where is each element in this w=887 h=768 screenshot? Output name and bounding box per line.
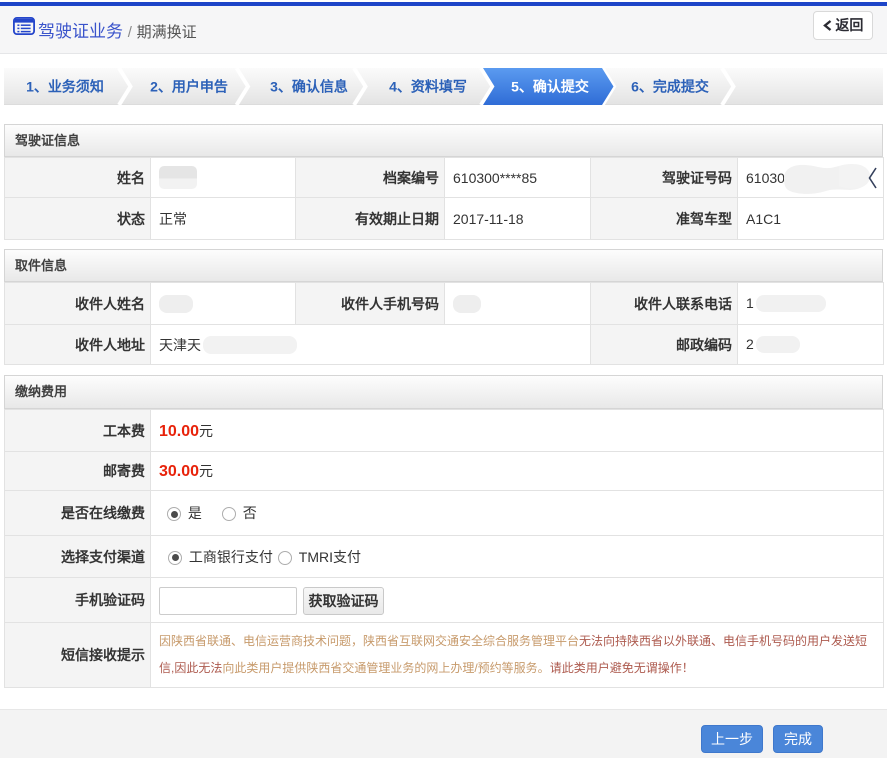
svg-text:4、资料填写: 4、资料填写 bbox=[389, 79, 467, 95]
svg-text:5、确认提交: 5、确认提交 bbox=[511, 79, 589, 95]
svg-text:2、用户申告: 2、用户申告 bbox=[150, 79, 228, 95]
svg-text:3、确认信息: 3、确认信息 bbox=[270, 79, 348, 95]
svg-text:6、完成提交: 6、完成提交 bbox=[631, 79, 709, 95]
svg-text:1、业务须知: 1、业务须知 bbox=[26, 79, 104, 95]
